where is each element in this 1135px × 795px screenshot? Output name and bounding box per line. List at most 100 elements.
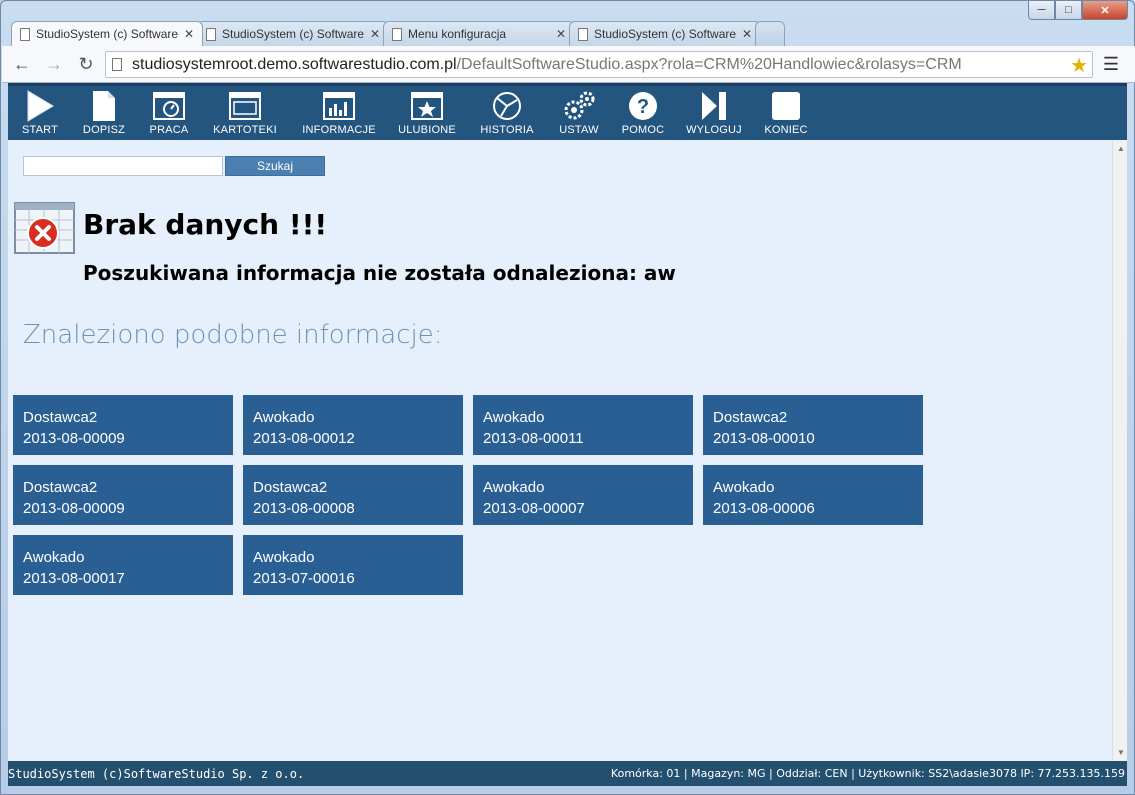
reload-icon[interactable]: ↻	[74, 52, 98, 76]
play-icon	[23, 90, 57, 122]
menu-item-praca[interactable]: PRACA	[136, 86, 202, 140]
tile-code: 2013-08-00010	[713, 430, 815, 447]
tile-name: Awokado	[23, 549, 85, 566]
status-bar: StudioSystem (c)SoftwareStudio Sp. z o.o…	[8, 761, 1127, 786]
app-menu-bar: START DOPISZ PRACA KARTOTEKI INFORMACJE …	[8, 83, 1127, 140]
tab-strip: StudioSystem (c) Software ✕ StudioSystem…	[11, 21, 785, 46]
result-tile[interactable]: Dostawca2 2013-08-00008	[243, 465, 463, 525]
browser-tab[interactable]: StudioSystem (c) Software ✕	[11, 21, 203, 46]
tile-name: Dostawca2	[713, 409, 788, 426]
browser-menu-icon[interactable]: ☰	[1103, 54, 1119, 75]
menu-item-wyloguj[interactable]: WYLOGUJ	[678, 86, 750, 140]
page-icon	[20, 27, 30, 41]
close-window-button[interactable]: ✕	[1082, 1, 1128, 20]
page-icon	[392, 27, 402, 41]
browser-tab[interactable]: StudioSystem (c) Software ✕	[569, 21, 761, 46]
browser-tab[interactable]: StudioSystem (c) Software ✕	[197, 21, 389, 46]
tile-name: Awokado	[713, 479, 775, 496]
clock-window-icon	[152, 90, 186, 122]
forward-arrow-icon[interactable]: →	[42, 52, 66, 76]
no-data-message: Poszukiwana informacja nie została odnal…	[83, 261, 676, 285]
gears-icon	[562, 90, 596, 122]
page-icon	[206, 27, 216, 41]
menu-item-label: INFORMACJE	[302, 124, 376, 136]
results-tiles: Dostawca2 2013-08-00009 Awokado 2013-08-00…	[13, 395, 943, 605]
close-tab-icon[interactable]: ✕	[370, 27, 380, 41]
tile-code: 2013-08-00008	[253, 500, 355, 517]
result-tile[interactable]: Dostawca2 2013-08-00010	[703, 395, 923, 455]
tab-title: StudioSystem (c) Software	[222, 27, 365, 41]
menu-item-ustaw[interactable]: USTAW	[550, 86, 608, 140]
search-button[interactable]: Szukaj	[225, 156, 325, 176]
tab-title: Menu konfiguracja	[408, 27, 507, 41]
menu-item-label: START	[21, 124, 59, 136]
result-tile[interactable]: Dostawca2 2013-08-00009	[13, 465, 233, 525]
close-tab-icon[interactable]: ✕	[556, 27, 566, 41]
menu-item-label: PRACA	[149, 124, 189, 136]
tile-code: 2013-08-00006	[713, 500, 815, 517]
menu-item-label: HISTORIA	[480, 124, 534, 136]
tile-name: Awokado	[253, 409, 315, 426]
menu-item-informacje[interactable]: INFORMACJE	[288, 86, 390, 140]
result-tile[interactable]: Awokado 2013-07-00016	[243, 535, 463, 595]
close-tab-icon[interactable]: ✕	[742, 27, 752, 41]
browser-tab[interactable]: Menu konfiguracja ✕	[383, 21, 575, 46]
no-data-title: Brak danych !!!	[83, 208, 328, 241]
close-tab-icon[interactable]: ✕	[184, 27, 194, 41]
menu-item-label: KONIEC	[764, 124, 808, 136]
scroll-down-icon[interactable]: ▼	[1117, 748, 1125, 757]
menu-item-historia[interactable]: HISTORIA	[464, 86, 550, 140]
result-tile[interactable]: Awokado 2013-08-00006	[703, 465, 923, 525]
result-tile[interactable]: Awokado 2013-08-00011	[473, 395, 693, 455]
tile-code: 2013-08-00007	[483, 500, 585, 517]
menu-item-label: DOPISZ	[82, 124, 126, 136]
minimize-button[interactable]: ─	[1028, 1, 1055, 20]
menu-item-pomoc[interactable]: ? POMOC	[608, 86, 678, 140]
url-path: /DefaultSoftwareStudio.aspx?rola=CRM%20H…	[456, 55, 962, 73]
similar-results-heading: Znaleziono podobne informacje:	[23, 320, 443, 350]
tab-title: StudioSystem (c) Software	[36, 27, 179, 41]
result-tile[interactable]: Awokado 2013-08-00012	[243, 395, 463, 455]
window-icon	[228, 90, 262, 122]
tab-title: StudioSystem (c) Software	[594, 27, 737, 41]
square-icon	[769, 90, 803, 122]
result-tile[interactable]: Dostawca2 2013-08-00009	[13, 395, 233, 455]
menu-item-dopisz[interactable]: DOPISZ	[72, 86, 136, 140]
search-input[interactable]	[23, 156, 223, 176]
browser-toolbar: ← → ↻ studiosystemroot.demo.softwarestud…	[2, 46, 1135, 83]
page-icon	[578, 27, 588, 41]
menu-item-label: POMOC	[621, 124, 665, 136]
menu-item-ulubione[interactable]: ULUBIONE	[390, 86, 464, 140]
bar-chart-icon	[322, 90, 356, 122]
tile-name: Dostawca2	[253, 479, 328, 496]
menu-item-start[interactable]: START	[8, 86, 72, 140]
bookmark-star-icon[interactable]: ★	[1070, 53, 1088, 77]
result-tile[interactable]: Awokado 2013-08-00017	[13, 535, 233, 595]
tile-name: Awokado	[253, 549, 315, 566]
help-icon: ?	[626, 90, 660, 122]
tile-name: Awokado	[483, 409, 545, 426]
tile-code: 2013-08-00017	[23, 570, 125, 587]
no-data-icon	[14, 202, 75, 254]
back-arrow-icon[interactable]: ←	[10, 52, 34, 76]
vertical-scrollbar[interactable]: ▲ ▼	[1112, 140, 1127, 761]
history-icon	[490, 90, 524, 122]
logout-icon	[697, 90, 731, 122]
tile-code: 2013-08-00009	[23, 430, 125, 447]
menu-item-koniec[interactable]: KONIEC	[750, 86, 822, 140]
svg-text:?: ?	[637, 96, 649, 118]
menu-item-kartoteki[interactable]: KARTOTEKI	[202, 86, 288, 140]
page-icon	[112, 58, 122, 71]
star-window-icon	[410, 90, 444, 122]
new-tab-button[interactable]	[755, 21, 785, 46]
result-tile[interactable]: Awokado 2013-08-00007	[473, 465, 693, 525]
company-label: StudioSystem (c)SoftwareStudio Sp. z o.o…	[8, 766, 305, 781]
session-info: Komórka: 01 | Magazyn: MG | Oddział: CEN…	[610, 767, 1125, 780]
address-bar[interactable]: studiosystemroot.demo.softwarestudio.com…	[105, 51, 1093, 78]
scroll-up-icon[interactable]: ▲	[1117, 144, 1125, 153]
menu-item-label: ULUBIONE	[398, 124, 456, 136]
window-controls: ─ □ ✕	[1028, 1, 1128, 20]
maximize-button[interactable]: □	[1055, 1, 1082, 20]
tile-name: Dostawca2	[23, 479, 98, 496]
page-content: Szukaj Brak danych !!! Poszukiwana infor…	[8, 140, 1112, 761]
